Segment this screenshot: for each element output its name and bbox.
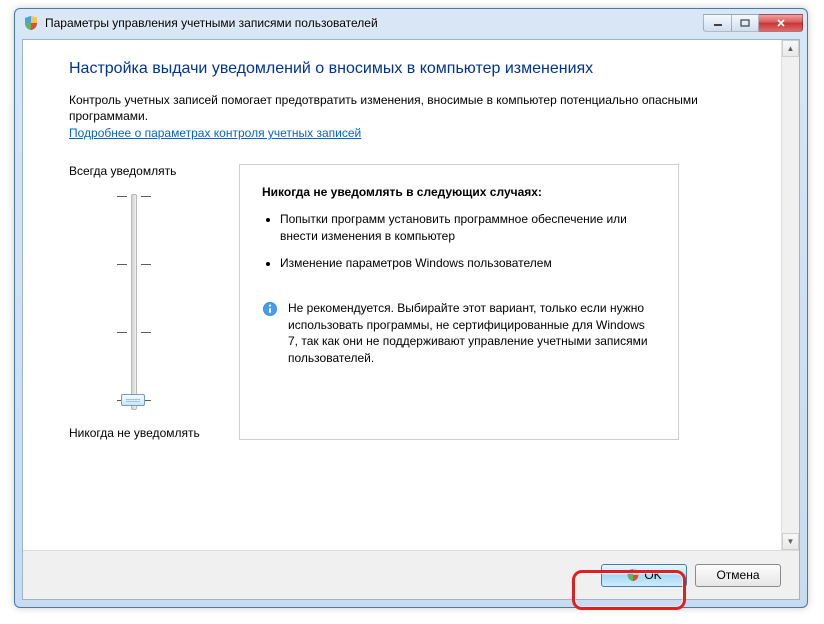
slider-label-bottom: Никогда не уведомлять [69,426,200,440]
bullet-item: Попытки программ установить программное … [280,211,656,245]
slider-tick [117,332,127,334]
slider-tick [141,332,151,334]
close-icon [776,19,786,27]
description-title: Никогда не уведомлять в следующих случая… [262,185,656,199]
content: Настройка выдачи уведомлений о вносимых … [23,40,781,550]
uac-slider[interactable] [113,188,153,416]
slider-track [131,194,137,410]
shield-icon [23,15,39,31]
description-box: Никогда не уведомлять в следующих случая… [239,164,679,440]
slider-tick [141,196,151,198]
maximize-button[interactable] [731,14,759,32]
page-heading: Настройка выдачи уведомлений о вносимых … [69,60,745,78]
info-icon [262,301,278,317]
ok-button-label: OK [644,568,661,582]
cancel-button[interactable]: Отмена [695,564,781,587]
warning-text: Не рекомендуется. Выбирайте этот вариант… [288,300,656,367]
ok-button[interactable]: OK [601,564,687,587]
slider-tick [117,264,127,266]
cancel-button-label: Отмена [716,568,759,582]
description-list: Попытки программ установить программное … [280,211,656,271]
slider-label-top: Всегда уведомлять [69,164,176,178]
scroll-up-arrow[interactable]: ▲ [782,40,799,57]
warning-row: Не рекомендуется. Выбирайте этот вариант… [262,300,656,367]
scroll-down-arrow[interactable]: ▼ [782,533,799,550]
minimize-icon [713,19,723,27]
vertical-scrollbar[interactable]: ▲ ▼ [781,40,799,550]
window-title: Параметры управления учетными записями п… [45,16,703,30]
intro-text: Контроль учетных записей помогает предот… [69,92,745,124]
slider-area: Всегда уведомлять [69,164,745,440]
titlebar[interactable]: Параметры управления учетными записями п… [15,9,807,37]
maximize-icon [740,19,750,27]
content-scroll: ▲ ▼ Настройка выдачи уведомлений о вноси… [23,40,799,550]
slider-thumb[interactable] [121,394,145,406]
uac-settings-window: Параметры управления учетными записями п… [14,8,808,608]
help-link[interactable]: Подробнее о параметрах контроля учетных … [69,126,361,140]
close-button[interactable] [759,14,803,32]
slider-tick [141,264,151,266]
slider-column: Всегда уведомлять [69,164,239,440]
shield-icon [626,568,640,582]
footer: OK Отмена [23,550,799,599]
bullet-item: Изменение параметров Windows пользовател… [280,255,656,272]
client-area: ▲ ▼ Настройка выдачи уведомлений о вноси… [22,39,800,600]
slider-tick [117,196,127,198]
window-controls [703,14,803,32]
minimize-button[interactable] [703,14,731,32]
